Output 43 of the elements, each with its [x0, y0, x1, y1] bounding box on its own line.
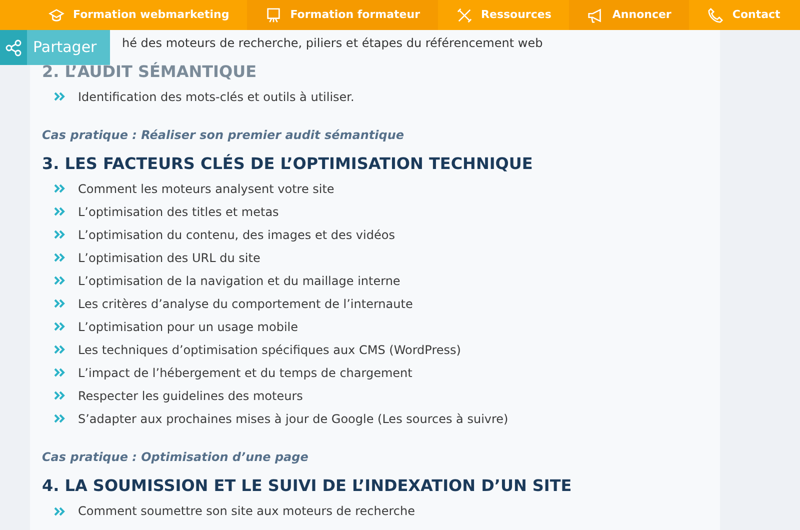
- share-icon: [4, 38, 22, 56]
- nav-link[interactable]: Formation webmarketing: [30, 0, 248, 30]
- list-item-text: Identification des mots-clés et outils à utiliser.: [78, 88, 354, 106]
- list-item-text: L’optimisation pour un usage mobile: [78, 318, 298, 336]
- double-chevron-icon: [54, 345, 66, 354]
- double-chevron-icon: [54, 230, 66, 240]
- double-chevron-icon: [54, 414, 66, 424]
- paragraph: hé des moteurs de recherche, piliers et étapes du référencement web: [122, 35, 544, 52]
- double-chevron-icon: [54, 322, 66, 332]
- nav-link[interactable]: Contact: [689, 0, 798, 30]
- list-item-text: L’optimisation des titles et metas: [78, 204, 279, 221]
- share-button[interactable]: Partager: [0, 30, 110, 65]
- graduation-cap-icon: [48, 6, 65, 24]
- section-heading: 2. L’AUDIT SÉMANTIQUE: [42, 62, 258, 82]
- double-chevron-icon: [54, 253, 66, 262]
- list-item-text: L’impact de l’hébergement et du temps de chargement: [78, 364, 412, 382]
- list-item-text: Les critères d’analyse du comportement de l’internaute: [78, 296, 413, 313]
- phone-icon: [707, 6, 724, 24]
- double-chevron-icon: [54, 184, 66, 194]
- case-study-text: Cas pratique : Réaliser son premier audit sémantique: [42, 127, 405, 144]
- double-chevron-icon: [54, 391, 66, 400]
- list-item-text: L’optimisation des URL du site: [78, 250, 260, 267]
- section-heading: 4. LA SOUMISSION ET LE SUIVI DE L’INDEXATION D’UN SITE: [42, 476, 573, 496]
- easel-icon: [265, 6, 282, 24]
- double-chevron-icon: [54, 299, 66, 308]
- tools-icon: [456, 6, 474, 24]
- double-chevron-icon: [54, 368, 66, 378]
- nav-link[interactable]: Annoncer: [569, 0, 690, 30]
- double-chevron-icon: [54, 207, 66, 216]
- section-heading: 3. LES FACTEURS CLÉS DE L’OPTIMISATION TECHNIQUE: [42, 154, 534, 174]
- case-study-text: Cas pratique : Optimisation d’une page: [42, 449, 310, 466]
- list-item-text: L’optimisation du contenu, des images et des vidéos: [78, 226, 395, 244]
- list-item-text: Comment les moteurs analysent votre site: [78, 180, 334, 198]
- nav-link[interactable]: Formation formateur: [247, 0, 438, 30]
- nav-link[interactable]: Ressources: [438, 0, 570, 30]
- double-chevron-icon: [54, 506, 66, 516]
- double-chevron-icon: [54, 92, 66, 102]
- double-chevron-icon: [54, 276, 66, 286]
- list-item-text: L’optimisation de la navigation et du maillage interne: [78, 272, 400, 290]
- list-item-text: S’adapter aux prochaines mises à jour de Google (Les sources à suivre): [78, 410, 508, 428]
- list-item-text: Les techniques d’optimisation spécifiques aux CMS (WordPress): [78, 342, 461, 359]
- list-item-text: Respecter les guidelines des moteurs: [78, 388, 303, 405]
- list-item-text: Comment soumettre son site aux moteurs de recherche: [78, 503, 415, 520]
